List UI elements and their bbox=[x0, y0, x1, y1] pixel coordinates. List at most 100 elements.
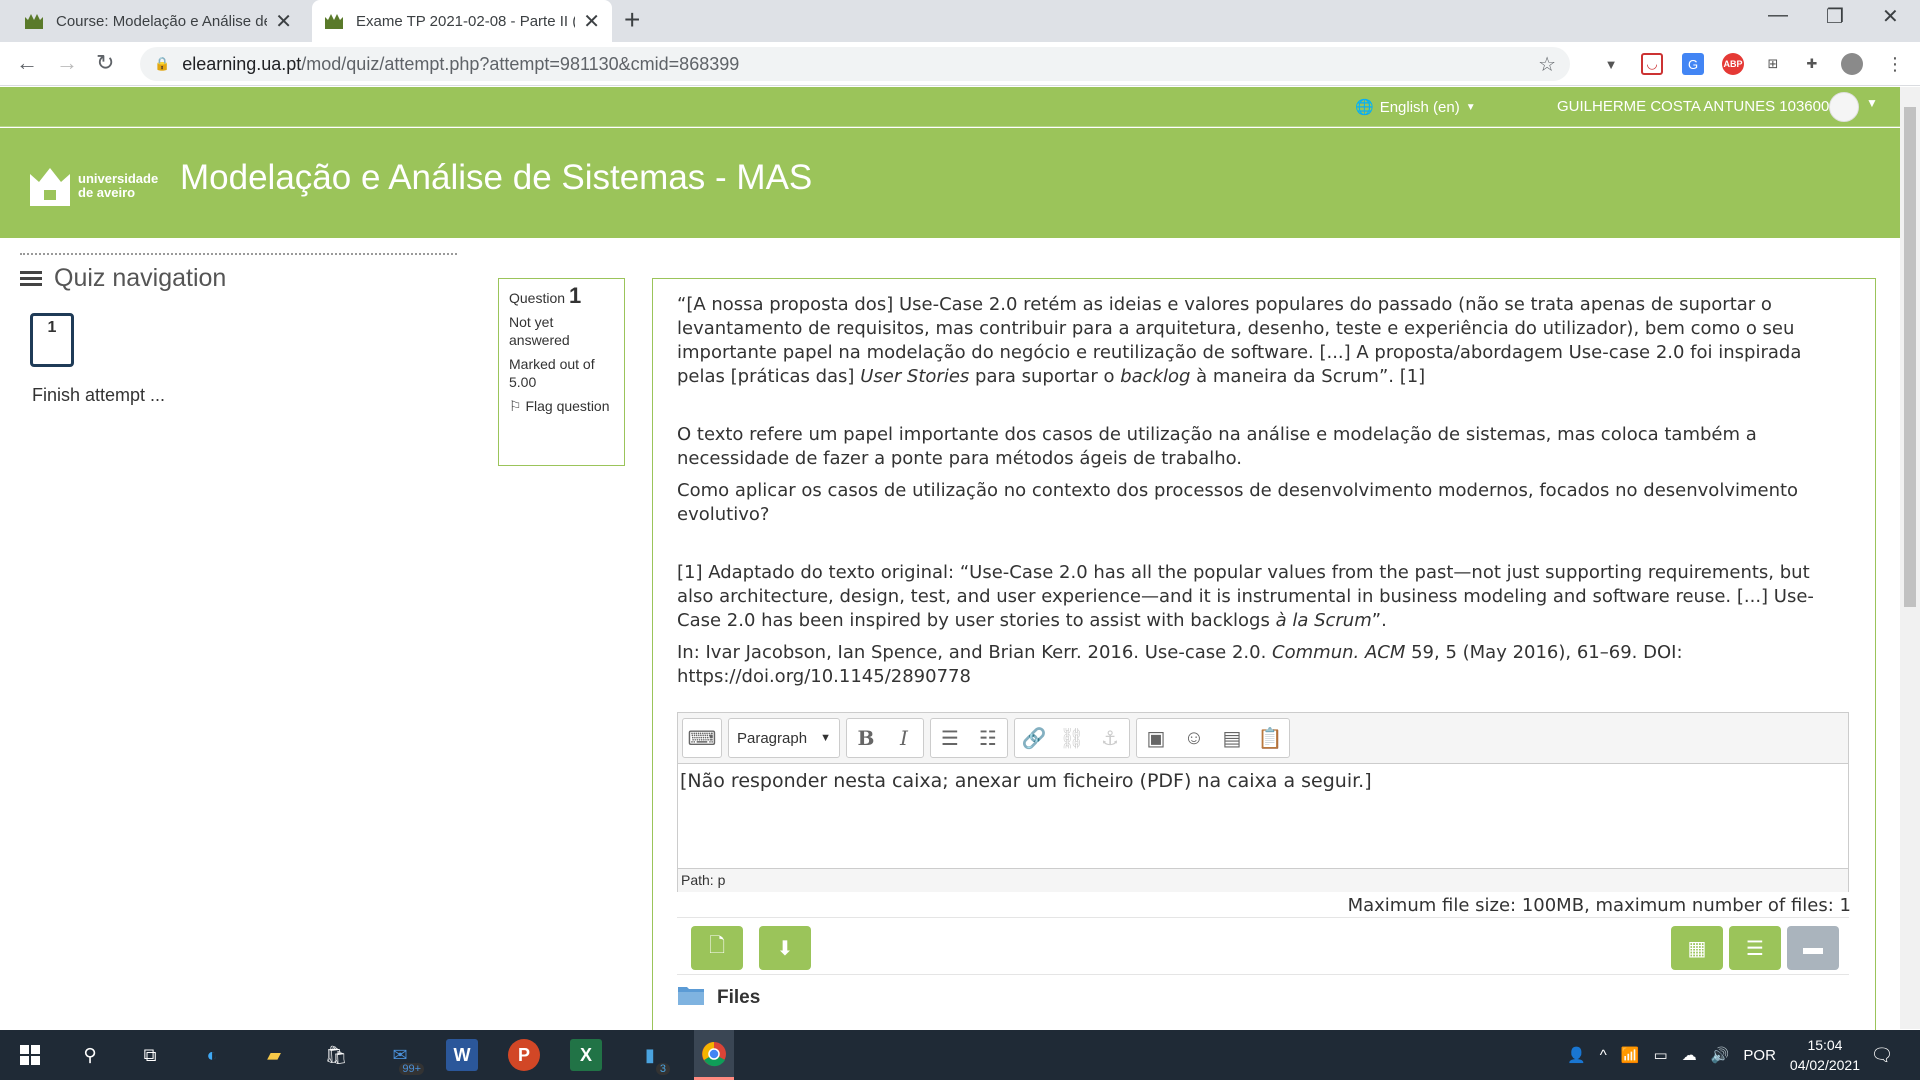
media-icon[interactable]: ▤ bbox=[1213, 719, 1251, 757]
search-icon[interactable]: ⚲ bbox=[74, 1039, 106, 1071]
bold-icon[interactable]: B bbox=[847, 719, 885, 757]
italic-icon[interactable]: I bbox=[885, 719, 923, 757]
extension-grid-icon[interactable]: ⊞ bbox=[1762, 53, 1784, 75]
extension-pocket-icon[interactable]: ◡ bbox=[1641, 53, 1663, 75]
list-icon: ☰ bbox=[1746, 937, 1764, 960]
question-prompt: Como aplicar os casos de utilização no c… bbox=[677, 480, 1799, 525]
question-number: Question 1 bbox=[509, 283, 582, 308]
powerpoint-icon[interactable]: P bbox=[508, 1039, 540, 1071]
bookmark-star-icon[interactable]: ☆ bbox=[1538, 52, 1556, 77]
globe-icon: 🌐 bbox=[1355, 99, 1374, 116]
browser-menu-icon[interactable]: ⋮ bbox=[1884, 53, 1906, 75]
paste-icon[interactable]: 📋 bbox=[1251, 719, 1289, 757]
notes-app-icon[interactable]: ▮ 3 bbox=[634, 1039, 670, 1075]
user-menu-caret-icon[interactable]: ▼ bbox=[1866, 96, 1878, 110]
excel-icon[interactable]: X bbox=[570, 1039, 602, 1071]
wifi-icon[interactable]: 📶 bbox=[1621, 1046, 1640, 1064]
site-top-bar: 🌐 English (en) ▼ GUILHERME COSTA ANTUNES… bbox=[0, 87, 1900, 127]
window-close-icon[interactable]: ✕ bbox=[1882, 4, 1899, 29]
show-hidden-icons-icon[interactable]: ^ bbox=[1600, 1047, 1607, 1064]
mail-badge: 99+ bbox=[399, 1063, 424, 1075]
file-manager-toolbar: 🗋 ⬇ ▦ ☰ ▬ bbox=[677, 917, 1849, 975]
clock[interactable]: 15:04 04/02/2021 bbox=[1790, 1035, 1860, 1075]
numbered-list-icon[interactable]: ☷ bbox=[969, 719, 1007, 757]
scrollbar-thumb[interactable] bbox=[1904, 107, 1916, 607]
divider bbox=[20, 253, 457, 255]
extension-adblock-icon[interactable]: ABP bbox=[1722, 53, 1744, 75]
back-icon[interactable]: ← bbox=[16, 50, 38, 76]
profile-avatar-icon[interactable] bbox=[1841, 53, 1863, 75]
notifications-icon[interactable]: 🗨 bbox=[1866, 1039, 1898, 1071]
onedrive-icon[interactable]: ☁ bbox=[1682, 1046, 1697, 1064]
clock-time: 15:04 bbox=[1807, 1037, 1843, 1053]
reload-icon[interactable]: ↻ bbox=[96, 50, 114, 76]
minimize-icon[interactable]: — bbox=[1768, 4, 1788, 27]
flag-question[interactable]: ⚐ Flag question bbox=[509, 397, 614, 415]
link-icon[interactable]: 🔗 bbox=[1015, 719, 1053, 757]
address-bar[interactable]: 🔒 elearning.ua.pt/mod/quiz/attempt.php?a… bbox=[140, 47, 1570, 81]
browser-tab-bar: Course: Modelação e Análise de Sistemas … bbox=[0, 0, 1920, 42]
caret-down-icon: ▼ bbox=[1465, 101, 1476, 113]
files-folder[interactable]: Files bbox=[677, 984, 760, 1012]
unlink-icon[interactable]: ⛓ bbox=[1053, 719, 1091, 757]
edge-browser-icon[interactable]: ◐ bbox=[196, 1039, 228, 1071]
user-avatar[interactable] bbox=[1829, 92, 1859, 122]
add-file-button[interactable]: 🗋 bbox=[691, 926, 743, 970]
question-paragraph: “[A nossa proposta dos] Use-Case 2.0 ret… bbox=[677, 294, 1802, 387]
task-view-icon[interactable]: ⧉ bbox=[134, 1039, 166, 1071]
url-domain: elearning.ua.pt bbox=[182, 53, 302, 74]
people-icon[interactable]: 👤 bbox=[1567, 1046, 1586, 1064]
language-menu[interactable]: 🌐 English (en) ▼ bbox=[1355, 98, 1476, 117]
question-paragraph: O texto refere um papel importante dos c… bbox=[677, 424, 1757, 469]
close-tab-icon[interactable]: ✕ bbox=[583, 9, 600, 34]
mail-icon[interactable]: ✉ 99+ bbox=[384, 1039, 424, 1075]
editor-text-area[interactable]: [Não responder nesta caixa; anexar um fi… bbox=[678, 764, 1848, 868]
download-button[interactable]: ⬇ bbox=[759, 926, 811, 970]
paragraph-format-select[interactable]: Paragraph ▼ bbox=[728, 718, 840, 758]
store-icon[interactable]: 🛍 bbox=[320, 1039, 352, 1071]
extension-translate-icon[interactable]: G bbox=[1682, 53, 1704, 75]
volume-icon[interactable]: 🔊 bbox=[1711, 1046, 1730, 1064]
question-grade: Marked out of 5.00 bbox=[509, 356, 595, 390]
chrome-icon[interactable] bbox=[694, 1030, 734, 1080]
course-title: Modelação e Análise de Sistemas - MAS bbox=[180, 158, 813, 197]
word-icon[interactable]: W bbox=[446, 1039, 478, 1071]
grid-icon: ▦ bbox=[1687, 937, 1707, 960]
bullet-list-icon[interactable]: ☰ bbox=[931, 719, 969, 757]
page-scrollbar[interactable] bbox=[1900, 87, 1920, 1029]
moodle-favicon-icon bbox=[324, 12, 344, 30]
keyboard-toggle-icon[interactable]: ⌨ bbox=[683, 719, 721, 757]
image-icon[interactable]: ▣ bbox=[1137, 719, 1175, 757]
editor-toolbar: ⌨ Paragraph ▼ B I ☰ ☷ 🔗 ⛓ ⚓ ▣ ☺ ▤ 📋 bbox=[678, 713, 1848, 764]
battery-icon[interactable]: ▭ bbox=[1654, 1046, 1668, 1064]
user-name[interactable]: GUILHERME COSTA ANTUNES 103600 bbox=[1557, 98, 1829, 115]
question-content: “[A nossa proposta dos] Use-Case 2.0 ret… bbox=[652, 278, 1876, 1058]
max-file-size-note: Maximum file size: 100MB, maximum number… bbox=[1347, 895, 1851, 916]
question-nav-button[interactable]: 1 bbox=[30, 313, 74, 367]
university-logo[interactable]: universidade de aveiro bbox=[28, 164, 158, 208]
input-language[interactable]: POR bbox=[1743, 1047, 1776, 1064]
maximize-icon[interactable]: ❐ bbox=[1826, 4, 1844, 29]
reference-note: [1] Adaptado do texto original: “Use-Cas… bbox=[677, 562, 1814, 631]
new-tab-icon[interactable]: + bbox=[624, 4, 640, 36]
file-explorer-icon[interactable]: ▰ bbox=[258, 1039, 290, 1071]
finish-attempt-link[interactable]: Finish attempt ... bbox=[32, 385, 165, 406]
emoticon-icon[interactable]: ☺ bbox=[1175, 719, 1213, 757]
view-list-button[interactable]: ☰ bbox=[1729, 926, 1781, 970]
quiz-navigation-title[interactable]: Quiz navigation bbox=[20, 264, 226, 293]
browser-tab-exam[interactable]: Exame TP 2021-02-08 - Parte II (MAS) ✕ bbox=[312, 0, 612, 42]
browser-toolbar: ← → ↻ 🔒 elearning.ua.pt/mod/quiz/attempt… bbox=[0, 42, 1920, 86]
close-tab-icon[interactable]: ✕ bbox=[275, 9, 292, 34]
extensions-puzzle-icon[interactable]: ✚ bbox=[1801, 53, 1823, 75]
view-icons-button[interactable]: ▦ bbox=[1671, 926, 1723, 970]
windows-taskbar: ⚲ ⧉ ◐ ▰ 🛍 ✉ 99+ W P X ▮ 3 👤 ^ 📶 ▭ ☁ 🔊 POR … bbox=[0, 1030, 1920, 1080]
browser-tab-course[interactable]: Course: Modelação e Análise de Sistemas … bbox=[12, 0, 304, 42]
hamburger-icon[interactable] bbox=[20, 268, 42, 289]
anchor-icon[interactable]: ⚓ bbox=[1091, 719, 1129, 757]
extension-filter-icon[interactable]: ▼ bbox=[1600, 53, 1622, 75]
forward-icon[interactable]: → bbox=[56, 50, 78, 76]
toolbar-group: B I bbox=[846, 718, 924, 758]
windows-start-icon[interactable] bbox=[14, 1039, 46, 1071]
logo-line1: universidade bbox=[78, 171, 159, 186]
view-tree-button[interactable]: ▬ bbox=[1787, 926, 1839, 970]
